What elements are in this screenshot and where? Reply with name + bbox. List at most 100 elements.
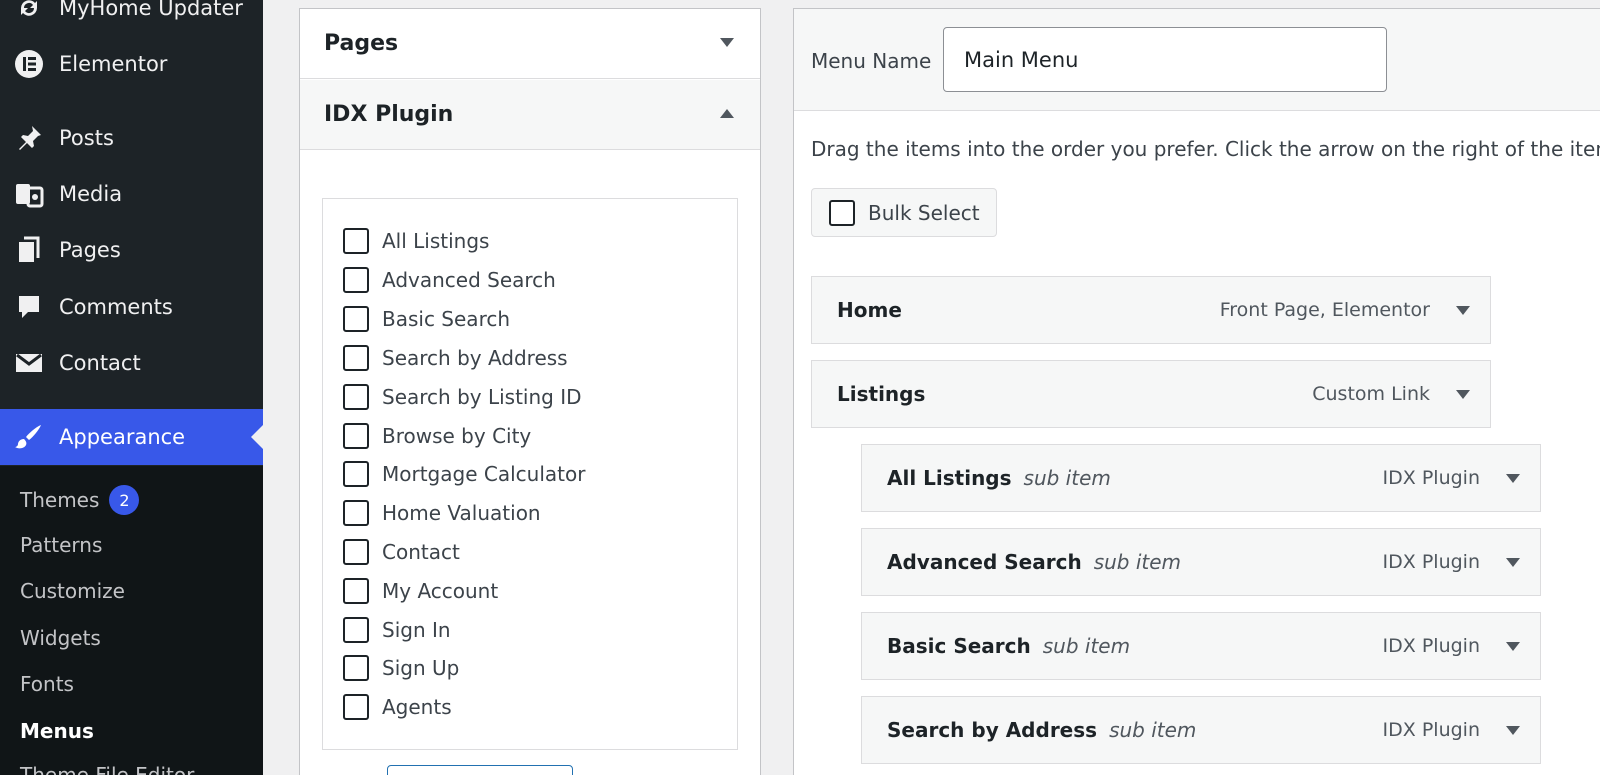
submenu-item-patterns[interactable]: Patterns — [20, 533, 102, 557]
checkbox[interactable] — [343, 345, 369, 371]
checkbox[interactable] — [343, 539, 369, 565]
checkbox[interactable] — [343, 384, 369, 410]
chevron-down-icon[interactable] — [1506, 726, 1520, 735]
chevron-up-icon — [720, 109, 734, 118]
sidebar-item-posts[interactable]: Posts — [0, 110, 263, 166]
sidebar-item-elementor[interactable]: Elementor — [0, 36, 263, 92]
checklist-item[interactable]: Sign In — [343, 615, 451, 645]
idx-plugin-checklist: All Listings Advanced Search Basic Searc… — [322, 198, 738, 750]
checkbox[interactable] — [343, 267, 369, 293]
chevron-down-icon — [720, 38, 734, 47]
sidebar-item-contact[interactable]: Contact — [0, 335, 263, 391]
menu-item-type: Custom Link — [1312, 383, 1430, 405]
sidebar-item-label: Appearance — [59, 425, 186, 449]
submenu-item-menus[interactable]: Menus — [20, 719, 94, 743]
menu-item-basic-search[interactable]: Basic Search sub item IDX Plugin — [861, 612, 1541, 680]
chevron-down-icon[interactable] — [1456, 306, 1470, 315]
sidebar-item-comments[interactable]: Comments — [0, 279, 263, 335]
update-count-badge: 2 — [109, 485, 140, 515]
bulk-select-label: Bulk Select — [868, 200, 980, 225]
sub-item-label: sub item — [1093, 550, 1182, 574]
sidebar-item-media[interactable]: Media — [0, 166, 263, 222]
chevron-down-icon[interactable] — [1506, 642, 1520, 651]
menu-item-title: Home — [837, 298, 902, 322]
checklist-item[interactable]: Mortgage Calculator — [343, 459, 585, 489]
sub-item-label: sub item — [1023, 466, 1111, 490]
checklist-item[interactable]: Search by Listing ID — [343, 382, 582, 412]
submenu-item-label: Themes — [20, 488, 100, 512]
submenu-item-widgets[interactable]: Widgets — [20, 626, 101, 650]
submenu-item-label: Customize — [20, 579, 125, 603]
accordion-title: IDX Plugin — [324, 102, 454, 127]
checkbox[interactable] — [343, 694, 369, 720]
accordion-idx-plugin[interactable]: IDX Plugin — [300, 80, 760, 150]
submenu-item-label: Widgets — [20, 626, 101, 650]
checklist-item[interactable]: Browse by City — [343, 421, 531, 451]
submenu-item-themes[interactable]: Themes 2 — [20, 485, 140, 515]
bulk-select-checkbox[interactable] — [829, 199, 855, 226]
checklist-item[interactable]: Search by Address — [343, 343, 568, 373]
submenu-item-fonts[interactable]: Fonts — [20, 672, 74, 696]
menu-item-home[interactable]: Home Front Page, Elementor — [811, 276, 1491, 344]
media-icon — [14, 179, 44, 209]
menu-name-label: Menu Name — [811, 49, 932, 73]
chevron-down-icon[interactable] — [1506, 558, 1520, 567]
checklist-item[interactable]: Advanced Search — [343, 265, 556, 295]
submenu-item-label: Patterns — [20, 533, 103, 557]
checklist-item[interactable]: All Listings — [343, 226, 489, 256]
menu-item-search-by-address[interactable]: Search by Address sub item IDX Plugin — [861, 696, 1541, 764]
menu-item-advanced-search[interactable]: Advanced Search sub item IDX Plugin — [861, 528, 1541, 596]
submenu-item-customize[interactable]: Customize — [20, 579, 125, 603]
drag-instructions: Drag the items into the order you prefer… — [811, 137, 1600, 161]
sidebar-item-pages[interactable]: Pages — [0, 222, 263, 278]
checkbox[interactable] — [343, 306, 369, 332]
menu-structure-panel: Menu Name Drag the items into the order … — [793, 8, 1600, 775]
sidebar-item-appearance[interactable]: Appearance — [0, 409, 263, 465]
menu-item-title: All Listings — [887, 466, 1012, 490]
sidebar-item-myhome-updater[interactable]: MyHome Updater — [0, 0, 263, 36]
bulk-select-button[interactable]: Bulk Select — [811, 188, 997, 237]
checklist-item[interactable]: Basic Search — [343, 304, 510, 334]
checklist-item[interactable]: Contact — [343, 537, 460, 567]
elementor-icon — [14, 49, 44, 79]
checkbox[interactable] — [343, 461, 369, 487]
pages-icon — [14, 235, 44, 265]
add-menu-items-panel: Pages IDX Plugin All Listings Advanced S… — [299, 8, 761, 775]
checklist-item[interactable]: My Account — [343, 576, 498, 606]
sidebar-item-label: Pages — [59, 238, 121, 262]
checkbox[interactable] — [343, 228, 369, 254]
checkbox[interactable] — [343, 578, 369, 604]
sidebar-item-label: Contact — [59, 351, 141, 375]
refresh-icon — [14, 0, 44, 23]
sidebar-item-label: Posts — [59, 126, 114, 150]
sidebar-item-label: Elementor — [59, 52, 168, 76]
checkbox[interactable] — [343, 423, 369, 449]
checkbox[interactable] — [343, 500, 369, 526]
chevron-down-icon[interactable] — [1456, 390, 1470, 399]
menu-name-input[interactable] — [943, 27, 1387, 92]
accordion-title: Pages — [324, 31, 399, 56]
accordion-pages[interactable]: Pages — [300, 9, 760, 79]
checkbox[interactable] — [343, 655, 369, 681]
menu-item-type: IDX Plugin — [1382, 719, 1480, 741]
menu-item-type: Front Page, Elementor — [1219, 299, 1430, 321]
sub-item-label: sub item — [1109, 718, 1197, 742]
submenu-item-label: Menus — [20, 719, 94, 743]
submenu-item-label: Fonts — [20, 672, 74, 696]
menu-item-listings[interactable]: Listings Custom Link — [811, 360, 1491, 428]
envelope-icon — [14, 348, 44, 378]
admin-sidebar: MyHome Updater Elementor Posts Media Pag… — [0, 0, 263, 775]
menu-item-title: Listings — [837, 382, 926, 406]
checklist-item[interactable]: Home Valuation — [343, 498, 541, 528]
appearance-submenu: Themes 2 Patterns Customize Widgets Font… — [0, 466, 263, 775]
menu-item-type: IDX Plugin — [1382, 635, 1480, 657]
checkbox[interactable] — [343, 617, 369, 643]
menu-item-title: Advanced Search — [887, 550, 1082, 574]
add-to-menu-button[interactable] — [387, 765, 573, 775]
checklist-item[interactable]: Sign Up — [343, 653, 459, 683]
checklist-item[interactable]: Agents — [343, 692, 452, 722]
menu-item-type: IDX Plugin — [1382, 467, 1480, 489]
submenu-item-theme-file-editor[interactable]: Theme File Editor — [20, 763, 194, 775]
chevron-down-icon[interactable] — [1506, 474, 1520, 483]
menu-item-all-listings[interactable]: All Listings sub item IDX Plugin — [861, 444, 1541, 512]
